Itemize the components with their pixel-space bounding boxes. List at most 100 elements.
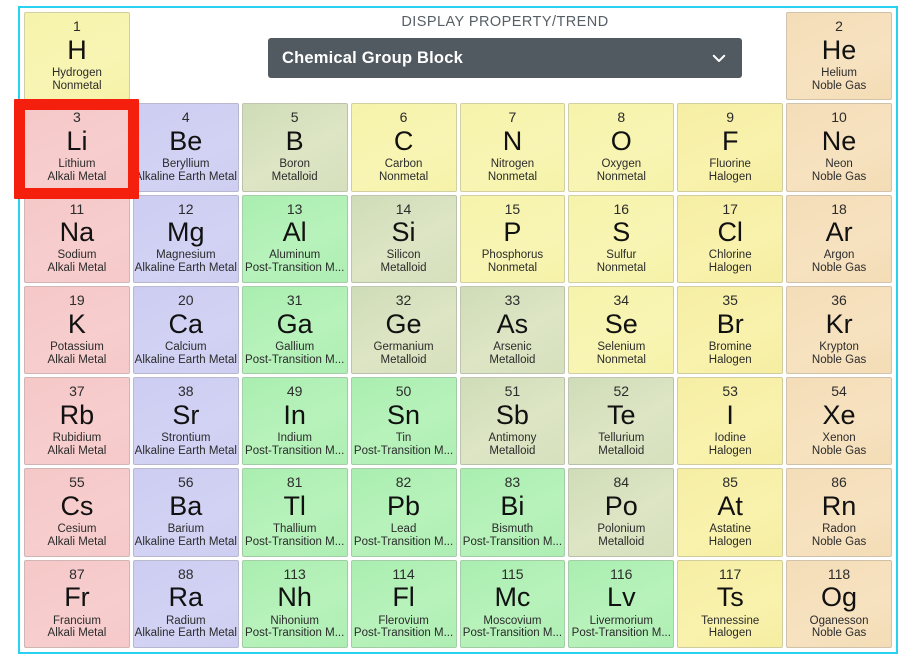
element-cell-ca[interactable]: 20 Ca Calcium Alkaline Earth Metal	[132, 285, 239, 375]
element-cell-at[interactable]: 85 At Astatine Halogen	[677, 468, 784, 557]
element-group-label: Noble Gas	[811, 536, 867, 549]
element-cell-ts[interactable]: 117 Ts Tennessine Halogen	[677, 559, 784, 648]
element-cell-s[interactable]: 16 S Sulfur Nonmetal	[568, 194, 675, 283]
element-name: Polonium	[597, 523, 646, 536]
element-cell-sr[interactable]: 38 Sr Strontium Alkaline Earth Metal	[132, 377, 239, 466]
element-cell-he[interactable]: 2 He Helium Noble Gas	[786, 12, 892, 101]
element-name: Moscovium	[483, 614, 542, 627]
element-group-label: Nonmetal	[487, 170, 538, 183]
element-group-label: Alkaline Earth Metal	[134, 536, 237, 549]
element-cell-fr[interactable]: 87 Fr Francium Alkali Metal	[24, 559, 130, 648]
element-cell-p[interactable]: 15 P Phosphorus Nonmetal	[459, 194, 566, 283]
element-name: Tellurium	[598, 432, 645, 445]
element-name: Xenon	[822, 432, 856, 445]
element-cell-o[interactable]: 8 O Oxygen Nonmetal	[568, 103, 675, 192]
element-cell-po[interactable]: 84 Po Polonium Metalloid	[568, 468, 675, 557]
atomic-number: 33	[504, 291, 521, 308]
element-cell-tl[interactable]: 81 Tl Thallium Post-Transition M...	[241, 468, 348, 557]
element-cell-se[interactable]: 34 Se Selenium Nonmetal	[568, 285, 675, 375]
element-symbol: Si	[391, 217, 416, 248]
element-name: Indium	[277, 432, 312, 445]
element-name: Phosphorus	[481, 249, 544, 262]
element-cell-lv[interactable]: 116 Lv Livermorium Post-Transition M...	[568, 559, 675, 648]
element-symbol: As	[496, 308, 529, 339]
element-cell-bi[interactable]: 83 Bi Bismuth Post-Transition M...	[459, 468, 566, 557]
element-cell-f[interactable]: 9 F Fluorine Halogen	[677, 103, 784, 192]
element-cell-si[interactable]: 14 Si Silicon Metalloid	[350, 194, 457, 283]
element-name: Sulfur	[606, 249, 637, 262]
element-group-label: Nonmetal	[596, 353, 646, 366]
element-name: Nihonium	[270, 614, 319, 627]
atomic-number: 51	[504, 383, 521, 400]
element-name: Tennessine	[701, 614, 760, 627]
element-symbol: K	[67, 308, 86, 339]
element-cell-cs[interactable]: 55 Cs Cesium Alkali Metal	[24, 468, 130, 557]
element-cell-rn[interactable]: 86 Rn Radon Noble Gas	[786, 468, 892, 557]
element-cell-as[interactable]: 33 As Arsenic Metalloid	[459, 285, 566, 375]
element-cell-sb[interactable]: 51 Sb Antimony Metalloid	[459, 377, 566, 466]
element-group-label: Halogen	[708, 262, 752, 275]
atomic-number: 5	[290, 109, 299, 126]
atomic-number: 2	[835, 18, 843, 34]
element-symbol: Sr	[172, 399, 200, 430]
element-cell-al[interactable]: 13 Al Aluminum Post-Transition M...	[241, 194, 348, 283]
element-cell-rb[interactable]: 37 Rb Rubidium Alkali Metal	[24, 377, 130, 466]
element-cell-ga[interactable]: 31 Ga Gallium Post-Transition M...	[241, 285, 348, 375]
element-symbol: Rb	[59, 399, 95, 430]
element-cell-k[interactable]: 19 K Potassium Alkali Metal	[24, 285, 130, 375]
display-property-dropdown[interactable]: Chemical Group Block	[268, 38, 742, 78]
element-cell-fl[interactable]: 114 Fl Flerovium Post-Transition M...	[350, 559, 457, 648]
element-name: Astatine	[709, 523, 751, 536]
element-cell-ar[interactable]: 18 Ar Argon Noble Gas	[786, 194, 892, 283]
atomic-number: 12	[178, 200, 194, 217]
element-cell-h[interactable]: 1 H Hydrogen Nonmetal	[24, 12, 130, 101]
element-cell-kr[interactable]: 36 Kr Krypton Noble Gas	[786, 285, 892, 375]
element-group-label: Metalloid	[380, 262, 427, 275]
element-cell-mg[interactable]: 12 Mg Magnesium Alkaline Earth Metal	[132, 194, 239, 283]
atomic-number: 113	[283, 565, 306, 582]
element-cell-mc[interactable]: 115 Mc Moscovium Post-Transition M...	[459, 559, 566, 648]
element-cell-br[interactable]: 35 Br Bromine Halogen	[677, 285, 784, 375]
element-cell-ne[interactable]: 10 Ne Neon Noble Gas	[786, 103, 892, 192]
element-group-label: Post-Transition M...	[571, 627, 671, 640]
element-cell-li[interactable]: 3 Li Lithium Alkali Metal	[24, 103, 130, 192]
element-cell-ba[interactable]: 56 Ba Barium Alkaline Earth Metal	[132, 468, 239, 557]
element-cell-c[interactable]: 6 C Carbon Nonmetal	[350, 103, 457, 192]
element-cell-na[interactable]: 11 Na Sodium Alkali Metal	[24, 194, 130, 283]
element-cell-ra[interactable]: 88 Ra Radium Alkaline Earth Metal	[132, 559, 239, 648]
element-symbol: Ts	[716, 582, 744, 613]
atomic-number: 4	[181, 109, 190, 126]
atomic-number: 19	[69, 291, 85, 308]
element-cell-xe[interactable]: 54 Xe Xenon Noble Gas	[786, 377, 892, 466]
element-name: Silicon	[386, 249, 421, 262]
element-name: Carbon	[384, 158, 423, 171]
element-name: Arsenic	[493, 340, 532, 353]
element-cell-te[interactable]: 52 Te Tellurium Metalloid	[568, 377, 675, 466]
element-cell-nh[interactable]: 113 Nh Nihonium Post-Transition M...	[241, 559, 348, 648]
display-property-panel: DISPLAY PROPERTY/TREND Chemical Group Bl…	[258, 14, 752, 92]
element-cell-ge[interactable]: 32 Ge Germanium Metalloid	[350, 285, 457, 375]
element-group-label: Noble Gas	[811, 444, 867, 457]
atomic-number: 49	[286, 383, 303, 400]
atomic-number: 9	[726, 109, 735, 126]
element-name: Gallium	[275, 340, 315, 353]
element-cell-i[interactable]: 53 I Iodine Halogen	[677, 377, 784, 466]
element-name: Francium	[52, 614, 101, 627]
atomic-number: 18	[831, 200, 847, 217]
element-cell-n[interactable]: 7 N Nitrogen Nonmetal	[459, 103, 566, 192]
element-name: Bismuth	[491, 523, 534, 536]
element-symbol: Rn	[821, 491, 857, 522]
element-name: Lead	[390, 523, 417, 536]
element-cell-b[interactable]: 5 B Boron Metalloid	[241, 103, 348, 192]
element-cell-og[interactable]: 118 Og Oganesson Noble Gas	[786, 559, 892, 648]
element-name: Sodium	[57, 249, 97, 262]
element-cell-sn[interactable]: 50 Sn Tin Post-Transition M...	[350, 377, 457, 466]
atomic-number: 31	[286, 291, 303, 308]
element-cell-be[interactable]: 4 Be Beryllium Alkaline Earth Metal	[132, 103, 239, 192]
element-cell-in[interactable]: 49 In Indium Post-Transition M...	[241, 377, 348, 466]
grid-cell-empty	[133, 12, 239, 100]
element-group-label: Noble Gas	[811, 353, 867, 366]
atomic-number: 34	[613, 291, 630, 308]
element-cell-pb[interactable]: 82 Pb Lead Post-Transition M...	[350, 468, 457, 557]
element-cell-cl[interactable]: 17 Cl Chlorine Halogen	[677, 194, 784, 283]
